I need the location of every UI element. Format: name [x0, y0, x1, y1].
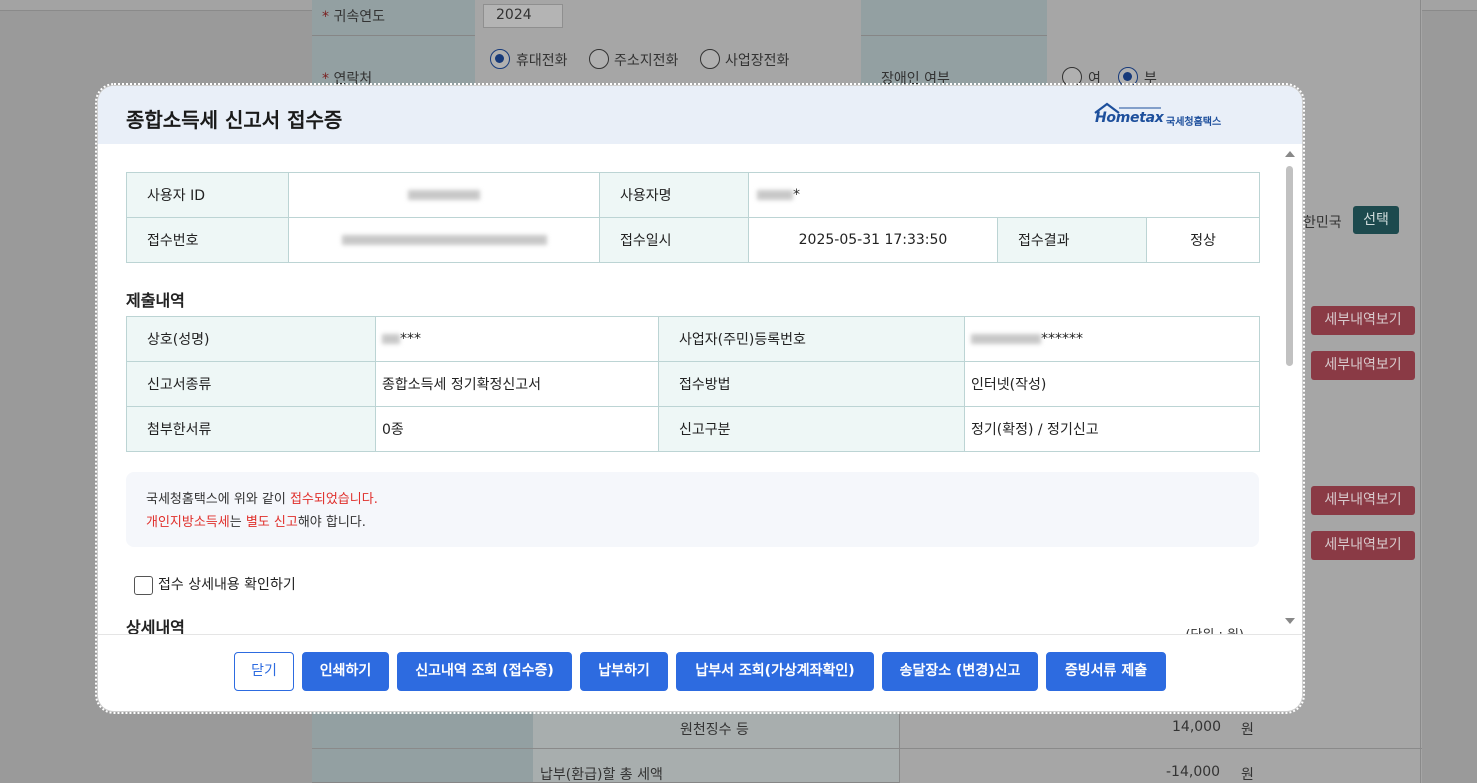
radio-disability-yes[interactable]: [1062, 67, 1082, 87]
total-label: 납부(환급)할 총 세액: [540, 767, 663, 783]
attach-value: 0종: [375, 406, 659, 452]
user-id-value: [288, 172, 600, 218]
detail-button-1[interactable]: 세부내역보기: [1311, 306, 1415, 335]
name-label: 상호(성명): [126, 316, 376, 362]
detail-button-4[interactable]: 세부내역보기: [1311, 531, 1415, 560]
won-unit-2: 원: [1241, 767, 1254, 783]
category-value: 정기(확정) / 정기신고: [964, 406, 1260, 452]
modal-body[interactable]: 사용자 ID 사용자명 * 접수번호 접수일시 2025-05-31 17:33…: [98, 144, 1284, 636]
total-value: -14,000: [1166, 764, 1221, 780]
notice-line-1: 국세청홈택스에 위와 같이 접수되었습니다.: [146, 492, 378, 507]
modal-title: 종합소득세 신고서 접수증: [126, 108, 343, 132]
year-label: 귀속연도: [333, 9, 385, 25]
notice-box: 국세청홈택스에 위와 같이 접수되었습니다. 개인지방소득세는 별도 신고해야 …: [126, 472, 1259, 547]
withholding-label: 원천징수 등: [680, 722, 749, 738]
receipt-date-value: 2025-05-31 17:33:50: [748, 217, 998, 263]
receipt-no-value: [288, 217, 600, 263]
contact-label: 연락처: [333, 71, 373, 87]
country-text: 한민국: [1303, 215, 1342, 231]
logo-subtext: 국세청홈택스: [1166, 117, 1222, 128]
reg-no-label: 사업자(주민)등록번호: [658, 316, 965, 362]
method-label: 접수방법: [658, 361, 965, 407]
method-value: 인터넷(작성): [964, 361, 1260, 407]
radio-office-phone[interactable]: [700, 49, 720, 69]
modal-scrollbar[interactable]: [1284, 150, 1296, 636]
receipt-info-table: 사용자 ID 사용자명 * 접수번호 접수일시 2025-05-31 17:33…: [126, 172, 1260, 263]
radio-disability-no-label: 부: [1144, 71, 1157, 87]
hometax-logo: Hometax 국세청홈택스: [1091, 102, 1231, 130]
detail-check-row[interactable]: 접수 상세내용 확인하기: [134, 574, 296, 595]
won-unit-1: 원: [1241, 722, 1254, 738]
name-value: ***: [375, 316, 659, 362]
year-field[interactable]: 2024: [483, 4, 563, 28]
attach-label: 첨부한서류: [126, 406, 376, 452]
detail-title: 상세내역: [126, 618, 185, 636]
user-name-value: *: [748, 172, 1260, 218]
disability-label: 장애인 여부: [881, 71, 950, 87]
logo-text: Hometax: [1095, 110, 1164, 126]
receipt-date-label: 접수일시: [599, 217, 749, 263]
radio-disability-yes-label: 여: [1088, 71, 1101, 87]
reg-no-value: ******: [964, 316, 1260, 362]
form-type-value: 종합소득세 정기확정신고서: [375, 361, 659, 407]
detail-button-2[interactable]: 세부내역보기: [1311, 351, 1415, 380]
receipt-no-label: 접수번호: [126, 217, 289, 263]
modal-footer: 닫기 인쇄하기 신고내역 조회 (접수증) 납부하기 납부서 조회(가상계좌확인…: [98, 634, 1302, 711]
history-button[interactable]: 신고내역 조회 (접수증): [397, 652, 572, 691]
scroll-thumb[interactable]: [1286, 166, 1293, 366]
category-label: 신고구분: [658, 406, 965, 452]
close-button[interactable]: 닫기: [234, 652, 294, 691]
table-row: 사용자 ID 사용자명 *: [126, 172, 1260, 218]
pay-button[interactable]: 납부하기: [580, 652, 668, 691]
detail-check-label: 접수 상세내용 확인하기: [158, 577, 296, 593]
table-row: 첨부한서류 0종 신고구분 정기(확정) / 정기신고: [126, 406, 1260, 452]
receipt-modal: 종합소득세 신고서 접수증 Hometax 국세청홈택스 사용자 ID 사용자명…: [95, 83, 1305, 714]
withholding-value: 14,000: [1172, 719, 1221, 735]
receipt-result-label: 접수결과: [997, 217, 1147, 263]
radio-mobile[interactable]: [490, 49, 510, 69]
modal-header: 종합소득세 신고서 접수증 Hometax 국세청홈택스: [98, 86, 1302, 144]
radio-office-phone-label: 사업장전화: [725, 53, 790, 69]
scroll-up-arrow-icon[interactable]: [1285, 151, 1295, 157]
detail-checkbox[interactable]: [134, 575, 153, 595]
submission-title: 제출내역: [126, 291, 185, 310]
table-row: 상호(성명) *** 사업자(주민)등록번호 ******: [126, 316, 1260, 362]
print-button[interactable]: 인쇄하기: [302, 652, 389, 691]
table-row: 접수번호 접수일시 2025-05-31 17:33:50 접수결과 정상: [126, 217, 1260, 263]
delivery-button[interactable]: 송달장소 (변경)신고: [882, 652, 1038, 691]
receipt-result-value: 정상: [1146, 217, 1260, 263]
form-type-label: 신고서종류: [126, 361, 376, 407]
scroll-down-arrow-icon[interactable]: [1285, 618, 1295, 624]
select-button[interactable]: 선택: [1353, 206, 1399, 234]
radio-mobile-label: 휴대전화: [516, 53, 568, 69]
submission-table: 상호(성명) *** 사업자(주민)등록번호 ****** 신고서종류 종합소득…: [126, 316, 1260, 452]
table-row: 신고서종류 종합소득세 정기확정신고서 접수방법 인터넷(작성): [126, 361, 1260, 407]
radio-home-phone[interactable]: [589, 49, 609, 69]
user-name-label: 사용자명: [599, 172, 749, 218]
radio-disability-no[interactable]: [1118, 67, 1138, 87]
radio-home-phone-label: 주소지전화: [614, 53, 679, 69]
notice-line-2: 개인지방소득세는 별도 신고해야 합니다.: [146, 515, 366, 530]
detail-button-3[interactable]: 세부내역보기: [1311, 486, 1415, 515]
user-id-label: 사용자 ID: [126, 172, 289, 218]
evidence-button[interactable]: 증빙서류 제출: [1046, 652, 1166, 691]
pay-slip-button[interactable]: 납부서 조회(가상계좌확인): [676, 652, 874, 691]
